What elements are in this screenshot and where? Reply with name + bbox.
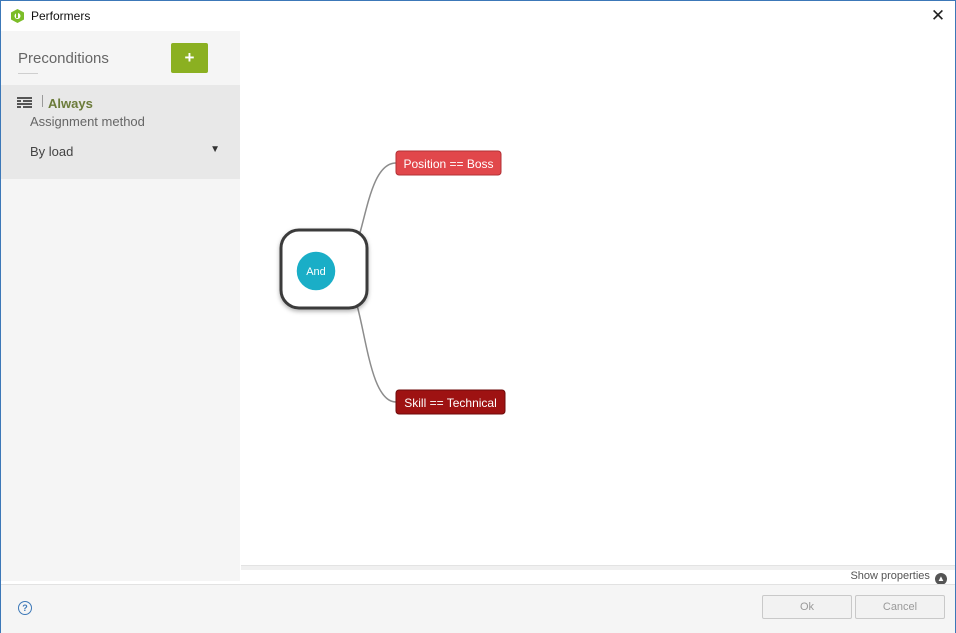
help-icon[interactable]: ?	[18, 601, 32, 615]
close-button[interactable]: ✕	[927, 5, 949, 27]
assignment-method-label: Assignment method	[30, 114, 145, 129]
canvas-scrollbar[interactable]	[241, 565, 955, 570]
show-properties-label: Show properties	[850, 570, 930, 582]
assignment-method-select[interactable]: By load ▼	[30, 144, 220, 162]
assignment-method-value: By load	[30, 144, 74, 159]
preconditions-title: Preconditions	[18, 50, 109, 67]
precondition-item[interactable]: Always Assignment method By load ▼	[1, 85, 240, 179]
cancel-button[interactable]: Cancel	[855, 595, 945, 619]
app-logo-icon	[11, 9, 24, 23]
condition-label-position: Position == Boss	[403, 157, 493, 171]
title-bar: Performers ✕	[1, 1, 955, 31]
dialog-footer: ? Ok Cancel	[1, 584, 955, 633]
precondition-title: Always	[48, 96, 93, 111]
dropdown-arrow-icon[interactable]: ▼	[210, 144, 220, 155]
condition-diagram-canvas[interactable]: And Position == Boss Skill == Technical	[241, 31, 955, 565]
condition-node-skill[interactable]: Skill == Technical	[395, 389, 506, 415]
condition-node-position[interactable]: Position == Boss	[395, 150, 502, 176]
preconditions-sidebar: Preconditions + Always Assignment method…	[1, 31, 240, 581]
list-icon	[17, 97, 32, 108]
performers-dialog: Performers ✕ Preconditions + Always Assi…	[0, 0, 956, 633]
and-node-label: And	[306, 266, 326, 278]
close-icon[interactable]: ✕	[931, 6, 945, 25]
ok-button[interactable]: Ok	[762, 595, 852, 619]
show-properties-toggle[interactable]: Show properties ▲	[850, 570, 947, 585]
separator	[42, 95, 43, 107]
and-node[interactable]: And	[295, 250, 337, 292]
title-underline	[18, 73, 38, 74]
add-precondition-button[interactable]: +	[171, 43, 208, 73]
diagram-svg: And Position == Boss Skill == Technical	[279, 150, 506, 415]
window-title: Performers	[31, 9, 91, 23]
condition-label-skill: Skill == Technical	[404, 396, 497, 410]
